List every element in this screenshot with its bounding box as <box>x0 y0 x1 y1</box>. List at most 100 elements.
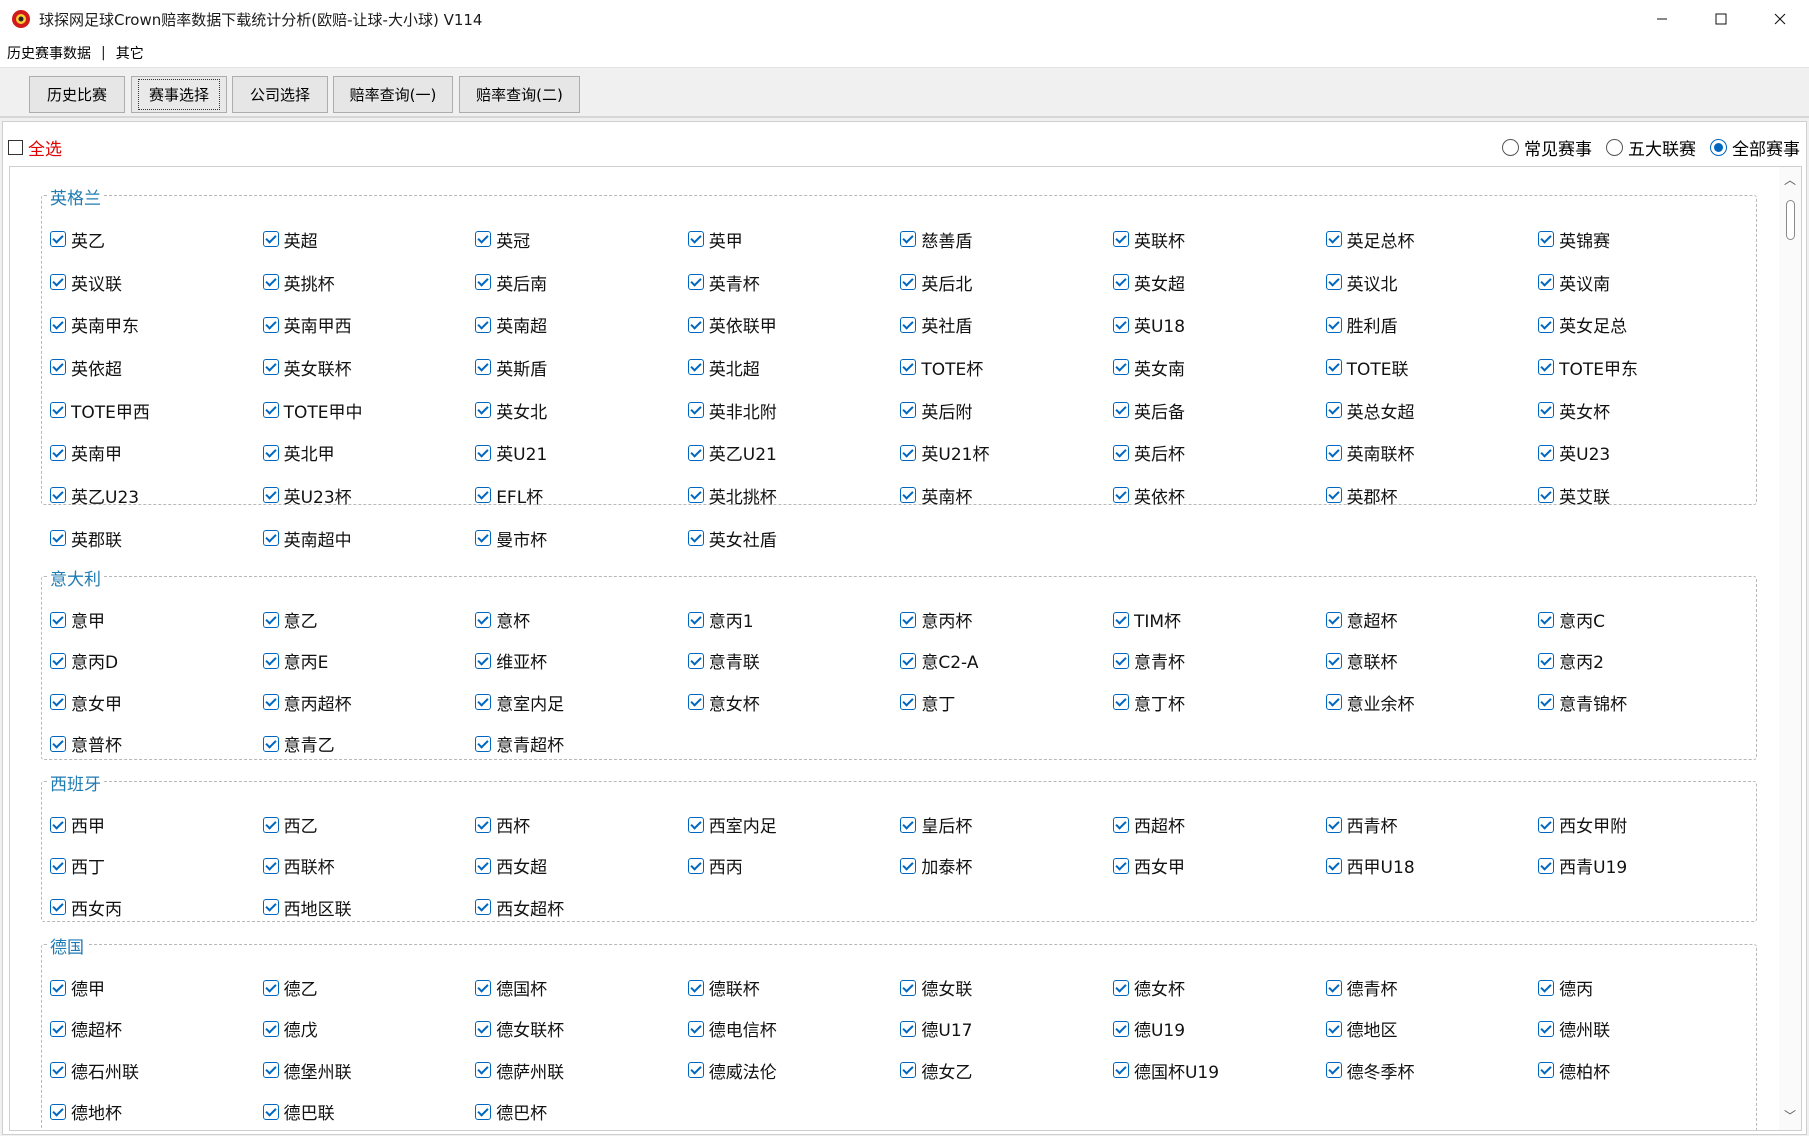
league-checkbox[interactable]: 英女北 <box>475 389 688 432</box>
league-checkbox[interactable]: 西乙 <box>262 804 476 845</box>
close-button[interactable] <box>1750 0 1809 38</box>
league-checkbox[interactable]: 意青锦杯 <box>1538 682 1751 723</box>
radio-all-leagues[interactable]: 全部赛事 <box>1710 135 1800 160</box>
league-checkbox[interactable]: 德州联 <box>1538 1008 1751 1049</box>
league-checkbox[interactable]: 英女社盾 <box>687 517 901 560</box>
league-checkbox[interactable]: 德巴杯 <box>475 1091 688 1130</box>
league-checkbox[interactable]: 西室内足 <box>687 804 901 845</box>
league-checkbox[interactable]: 意女杯 <box>687 682 901 723</box>
league-checkbox[interactable]: TOTE甲中 <box>262 389 476 432</box>
league-checkbox[interactable]: 英艾联 <box>1538 474 1751 517</box>
league-checkbox[interactable]: 英青杯 <box>687 261 901 304</box>
league-checkbox[interactable]: 意室内足 <box>475 682 688 723</box>
select-all-checkbox[interactable]: 全选 <box>8 135 62 160</box>
league-checkbox[interactable]: 德国杯U19 <box>1112 1050 1326 1091</box>
league-checkbox[interactable]: 德威法伦 <box>687 1050 901 1091</box>
league-checkbox[interactable]: 意青乙 <box>262 723 476 764</box>
league-checkbox[interactable]: 德萨州联 <box>475 1050 688 1091</box>
league-checkbox[interactable]: 英后备 <box>1112 389 1326 432</box>
league-checkbox[interactable]: 西地区联 <box>262 887 476 928</box>
league-checkbox[interactable]: 意业余杯 <box>1325 682 1539 723</box>
radio-common-leagues[interactable]: 常见赛事 <box>1502 135 1592 160</box>
league-checkbox[interactable]: 英乙U21 <box>687 431 901 474</box>
league-checkbox[interactable]: 西女丙 <box>50 887 263 928</box>
league-checkbox[interactable]: 加泰杯 <box>900 845 1113 886</box>
league-checkbox[interactable]: 英后附 <box>900 389 1113 432</box>
league-checkbox[interactable]: 英南甲东 <box>50 303 263 346</box>
league-checkbox[interactable]: TOTE甲东 <box>1538 346 1751 389</box>
league-checkbox[interactable]: 英南甲西 <box>262 303 476 346</box>
league-checkbox[interactable]: 慈善盾 <box>900 218 1113 261</box>
league-checkbox[interactable]: 德U19 <box>1112 1008 1326 1049</box>
league-checkbox[interactable]: 英乙 <box>50 218 263 261</box>
league-checkbox[interactable]: 英后北 <box>900 261 1113 304</box>
league-checkbox[interactable]: 英U18 <box>1112 303 1326 346</box>
league-checkbox[interactable]: 意青杯 <box>1112 640 1326 681</box>
league-checkbox[interactable]: 西甲 <box>50 804 263 845</box>
league-checkbox[interactable]: 英U23 <box>1538 431 1751 474</box>
league-checkbox[interactable]: 胜利盾 <box>1325 303 1539 346</box>
league-checkbox[interactable]: 英U21 <box>475 431 688 474</box>
league-checkbox[interactable]: 皇后杯 <box>900 804 1113 845</box>
league-checkbox[interactable]: 德柏杯 <box>1538 1050 1751 1091</box>
league-checkbox[interactable]: 英南超中 <box>262 517 476 560</box>
league-checkbox[interactable]: 意青联 <box>687 640 901 681</box>
league-checkbox[interactable]: 西甲U18 <box>1325 845 1539 886</box>
league-checkbox[interactable]: 意丙1 <box>687 599 901 640</box>
league-checkbox[interactable]: 意丙2 <box>1538 640 1751 681</box>
league-checkbox[interactable]: 英依杯 <box>1112 474 1326 517</box>
league-checkbox[interactable]: TOTE杯 <box>900 346 1113 389</box>
league-checkbox[interactable]: 英依联甲 <box>687 303 901 346</box>
league-checkbox[interactable]: 维亚杯 <box>475 640 688 681</box>
league-checkbox[interactable]: 英议联 <box>50 261 263 304</box>
league-checkbox[interactable]: 意丙超杯 <box>262 682 476 723</box>
league-checkbox[interactable]: 英女南 <box>1112 346 1326 389</box>
league-checkbox[interactable]: 德巴联 <box>262 1091 476 1130</box>
vertical-scrollbar[interactable]: ︿ ﹀ <box>1779 167 1801 1130</box>
league-checkbox[interactable]: 德石州联 <box>50 1050 263 1091</box>
minimize-button[interactable] <box>1632 0 1691 38</box>
league-checkbox[interactable]: 意乙 <box>262 599 476 640</box>
league-checkbox[interactable]: 意杯 <box>475 599 688 640</box>
league-checkbox[interactable]: 西女甲 <box>1112 845 1326 886</box>
league-checkbox[interactable]: 西青杯 <box>1325 804 1539 845</box>
league-checkbox[interactable]: 德女联杯 <box>475 1008 688 1049</box>
league-checkbox[interactable]: 英议北 <box>1325 261 1539 304</box>
league-list-scroll-area[interactable]: 英格兰 英乙 英超 英冠 英甲 慈善盾 英联杯 英足总杯 英锦赛 英议联 英挑杯 英后南 英青杯 英后北… <box>9 166 1802 1131</box>
league-checkbox[interactable]: 德乙 <box>262 967 476 1008</box>
league-checkbox[interactable]: 意丙E <box>262 640 476 681</box>
league-checkbox[interactable]: 英后南 <box>475 261 688 304</box>
league-checkbox[interactable]: 英郡杯 <box>1325 474 1539 517</box>
league-checkbox[interactable]: 德U17 <box>900 1008 1113 1049</box>
menu-history-data[interactable]: 历史赛事数据 <box>5 43 93 63</box>
league-checkbox[interactable]: 德堡州联 <box>262 1050 476 1091</box>
tab-odds-query-1[interactable]: 赔率查询(一) <box>333 76 453 113</box>
league-checkbox[interactable]: TOTE甲西 <box>50 389 263 432</box>
league-checkbox[interactable]: 意C2-A <box>900 640 1113 681</box>
league-checkbox[interactable]: 德地杯 <box>50 1091 263 1130</box>
league-checkbox[interactable]: TIM杯 <box>1112 599 1326 640</box>
scroll-up-arrow-icon[interactable]: ︿ <box>1784 171 1796 188</box>
league-checkbox[interactable]: 英足总杯 <box>1325 218 1539 261</box>
tab-history-matches[interactable]: 历史比赛 <box>29 76 125 113</box>
league-checkbox[interactable]: 西联杯 <box>262 845 476 886</box>
league-checkbox[interactable]: 意女甲 <box>50 682 263 723</box>
league-checkbox[interactable]: 西女超 <box>475 845 688 886</box>
league-checkbox[interactable]: 英超 <box>262 218 476 261</box>
league-checkbox[interactable]: 意丙C <box>1538 599 1751 640</box>
league-checkbox[interactable]: 英南超 <box>475 303 688 346</box>
league-checkbox[interactable]: TOTE联 <box>1325 346 1539 389</box>
league-checkbox[interactable]: 西女甲附 <box>1538 804 1751 845</box>
league-checkbox[interactable]: 英后杯 <box>1112 431 1326 474</box>
league-checkbox[interactable]: 意丁 <box>900 682 1113 723</box>
tab-odds-query-2[interactable]: 赔率查询(二) <box>459 76 580 113</box>
league-checkbox[interactable]: 意甲 <box>50 599 263 640</box>
league-checkbox[interactable]: 德冬季杯 <box>1325 1050 1539 1091</box>
league-checkbox[interactable]: 德超杯 <box>50 1008 263 1049</box>
league-checkbox[interactable]: 英依超 <box>50 346 263 389</box>
league-checkbox[interactable]: 意丙杯 <box>900 599 1113 640</box>
league-checkbox[interactable]: 英冠 <box>475 218 688 261</box>
scroll-thumb[interactable] <box>1786 200 1795 240</box>
tab-company-selection[interactable]: 公司选择 <box>232 76 328 113</box>
league-checkbox[interactable]: 英南联杯 <box>1325 431 1539 474</box>
